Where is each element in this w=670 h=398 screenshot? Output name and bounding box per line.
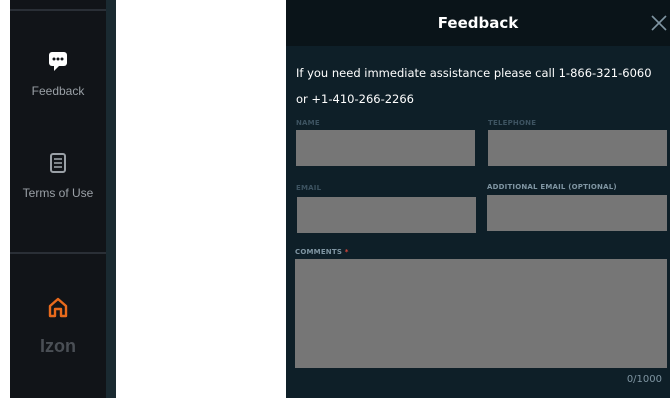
additional-email-input[interactable] bbox=[487, 195, 667, 231]
sidebar-item-label: Terms of Use bbox=[22, 186, 94, 200]
email-input[interactable] bbox=[297, 197, 476, 233]
comments-label: COMMENTS * bbox=[295, 248, 349, 256]
required-marker: * bbox=[344, 248, 349, 256]
terms-document-icon bbox=[48, 152, 68, 178]
assistance-message: If you need immediate assistance please … bbox=[296, 66, 652, 106]
home-icon bbox=[47, 296, 69, 322]
sidebar-item-terms-of-use[interactable]: Terms of Use bbox=[10, 152, 106, 200]
feedback-icon bbox=[47, 50, 69, 76]
home-brand-label: Izon bbox=[40, 336, 76, 356]
close-button[interactable] bbox=[648, 12, 670, 34]
additional-email-label: ADDITIONAL EMAIL (OPTIONAL) bbox=[487, 183, 617, 191]
sidebar-divider bbox=[10, 252, 106, 254]
comments-textarea[interactable] bbox=[295, 259, 667, 368]
modal-title: Feedback bbox=[437, 14, 519, 32]
telephone-label: TELEPHONE bbox=[488, 119, 537, 127]
telephone-input[interactable] bbox=[488, 130, 667, 166]
close-icon bbox=[651, 15, 667, 31]
sidebar-item-feedback[interactable]: Feedback bbox=[10, 50, 106, 98]
modal-header: Feedback bbox=[286, 0, 670, 46]
character-counter: 0/1000 bbox=[626, 374, 662, 385]
email-label: EMAIL bbox=[296, 184, 322, 192]
sidebar: Feedback Terms of Use Izon bbox=[10, 0, 106, 398]
sidebar-top-divider bbox=[10, 9, 106, 11]
sidebar-scroll-rail bbox=[106, 0, 116, 398]
name-input[interactable] bbox=[296, 130, 475, 166]
sidebar-item-home[interactable]: Izon bbox=[10, 296, 106, 357]
feedback-modal: Feedback If you need immediate assistanc… bbox=[286, 0, 670, 398]
sidebar-item-label: Feedback bbox=[31, 84, 85, 98]
name-label: NAME bbox=[296, 119, 320, 127]
